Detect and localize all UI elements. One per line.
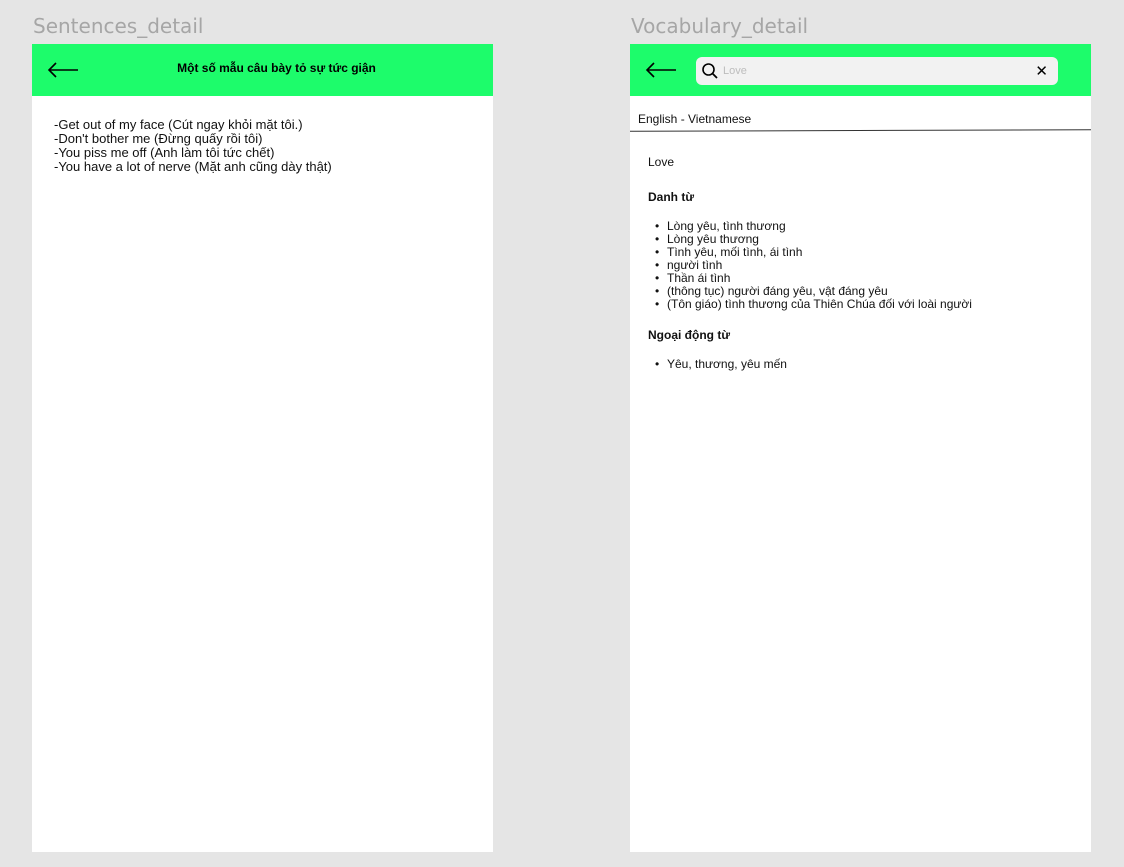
- sentences-detail-screen: Một số mẫu câu bày tỏ sự tức giận -Get o…: [32, 44, 493, 852]
- vocabulary-content: Love Danh từ • Lòng yêu, tình thương • Lòn…: [630, 131, 1091, 371]
- definition-text: (Tôn giáo) tình thương của Thiên Chúa đố…: [667, 297, 972, 311]
- definition-text: (thông tục) người đáng yêu, vật đáng yêu: [667, 284, 888, 298]
- definition-text: Lòng yêu thương: [667, 232, 759, 246]
- sentence-item: -You have a lot of nerve (Mặt anh cũng d…: [54, 159, 332, 174]
- definition-text: người tình: [667, 258, 723, 272]
- definition-text: Lòng yêu, tình thương: [667, 219, 786, 233]
- frame-label-sentences-detail: Sentences_detail: [33, 14, 204, 38]
- section-title-verb: Ngoại động từ: [648, 328, 731, 342]
- noun-definition-list: • Lòng yêu, tình thương • Lòng yêu thương …: [648, 220, 1091, 311]
- vocabulary-detail-screen: ✕ English - Vietnamese Love Danh từ •Lòn…: [630, 44, 1091, 852]
- definition-text: Tình yêu, mối tình, ái tình: [667, 245, 803, 259]
- definition-text: Thần ái tình: [667, 271, 731, 285]
- search-icon: [702, 63, 718, 79]
- headword: Love: [648, 155, 675, 169]
- sentence-list: -Get out of my face (Cút ngay khỏi mặt t…: [32, 96, 493, 174]
- definition-text: Yêu, thương, yêu mến: [667, 357, 787, 371]
- verb-definition-list: • Yêu, thương, yêu mến: [648, 358, 1091, 371]
- section-title-noun: Danh từ: [648, 190, 695, 204]
- page-title: Một số mẫu câu bày tỏ sự tức giận: [177, 61, 376, 75]
- arrow-left-icon[interactable]: [644, 58, 678, 82]
- app-bar: Một số mẫu câu bày tỏ sự tức giận: [32, 44, 493, 96]
- frame-label-vocabulary-detail: Vocabulary_detail: [631, 14, 809, 38]
- search-input[interactable]: [723, 61, 1023, 81]
- sentence-item: -You piss me off (Anh làm tôi tức chết): [54, 145, 275, 160]
- sentence-item: -Don't bother me (Đừng quấy rồi tôi): [54, 131, 263, 146]
- language-tab-label: English - Vietnamese: [638, 112, 752, 126]
- app-bar: ✕: [630, 44, 1091, 96]
- language-tab[interactable]: English - Vietnamese: [630, 96, 1091, 132]
- search-bar[interactable]: ✕: [696, 57, 1058, 85]
- definition-item: • (Tôn giáo) tình thương của Thiên Chúa đ…: [655, 297, 972, 311]
- sentence-item: -Get out of my face (Cút ngay khỏi mặt t…: [54, 117, 303, 132]
- close-icon[interactable]: ✕: [1035, 63, 1048, 79]
- definition-item: • Yêu, thương, yêu mến: [655, 357, 787, 371]
